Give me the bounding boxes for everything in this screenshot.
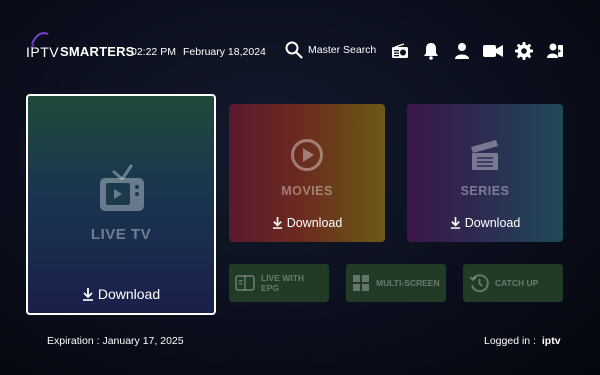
username: iptv — [541, 335, 561, 347]
search-icon — [285, 41, 303, 59]
movies-download-label: Download — [286, 216, 343, 230]
search-label: Master Search — [308, 44, 377, 56]
radio-button[interactable] — [390, 41, 410, 61]
notifications-button[interactable] — [421, 41, 441, 61]
logged-in-label: Logged in : — [484, 335, 536, 347]
bell-icon — [424, 43, 438, 60]
profile-button[interactable] — [452, 41, 472, 61]
epg-book-icon — [235, 275, 255, 291]
record-button[interactable] — [483, 41, 503, 61]
live-with-epg-button[interactable]: LIVE WITH EPG — [229, 264, 329, 302]
user-icon — [455, 43, 469, 59]
play-circle-icon — [291, 139, 323, 171]
gear-icon — [515, 42, 533, 60]
live-tv-download-label: Download — [97, 286, 161, 302]
current-date: February 18,2024 — [183, 46, 266, 58]
login-status: Logged in : iptv — [484, 335, 561, 347]
movies-title: MOVIES — [281, 184, 333, 198]
video-camera-icon — [483, 45, 503, 57]
series-card[interactable]: SERIES Download — [407, 104, 563, 242]
switch-user-button[interactable] — [545, 41, 565, 61]
master-search-button[interactable]: Master Search — [285, 40, 376, 60]
expiration-text: Expiration : January 17, 2025 — [47, 335, 184, 347]
live-tv-title: LIVE TV — [90, 226, 152, 243]
series-download-label: Download — [464, 216, 521, 230]
logo-suffix: SMARTERS — [60, 44, 135, 59]
series-download[interactable]: Download — [407, 216, 563, 230]
live-tv-download[interactable]: Download — [28, 286, 214, 302]
live-tv-card[interactable]: LIVE TV Download — [26, 94, 216, 315]
movies-download[interactable]: Download — [229, 216, 385, 230]
logo-prefix: IPTV — [26, 44, 60, 60]
clock-time: 02:22 PM — [131, 46, 176, 58]
clapperboard-icon — [471, 140, 498, 170]
download-icon — [450, 217, 460, 229]
grid-icon — [353, 275, 369, 291]
live-with-epg-line1: LIVE WITH — [261, 273, 304, 283]
catch-up-label: CATCH UP — [495, 278, 539, 288]
movies-card[interactable]: MOVIES Download — [229, 104, 385, 242]
download-icon — [272, 217, 282, 229]
multi-screen-button[interactable]: MULTI-SCREEN — [346, 264, 446, 302]
radio-icon — [392, 43, 408, 58]
catch-up-button[interactable]: CATCH UP — [463, 264, 563, 302]
settings-button[interactable] — [514, 41, 534, 61]
download-icon — [82, 287, 93, 301]
tv-icon — [100, 164, 144, 211]
switch-user-icon — [547, 43, 563, 58]
live-with-epg-line2: EPG — [261, 283, 279, 293]
live-with-epg-label: LIVE WITH EPG — [261, 273, 304, 293]
series-title: SERIES — [460, 184, 510, 198]
history-clock-icon — [469, 274, 489, 293]
multi-screen-label: MULTI-SCREEN — [376, 278, 440, 288]
